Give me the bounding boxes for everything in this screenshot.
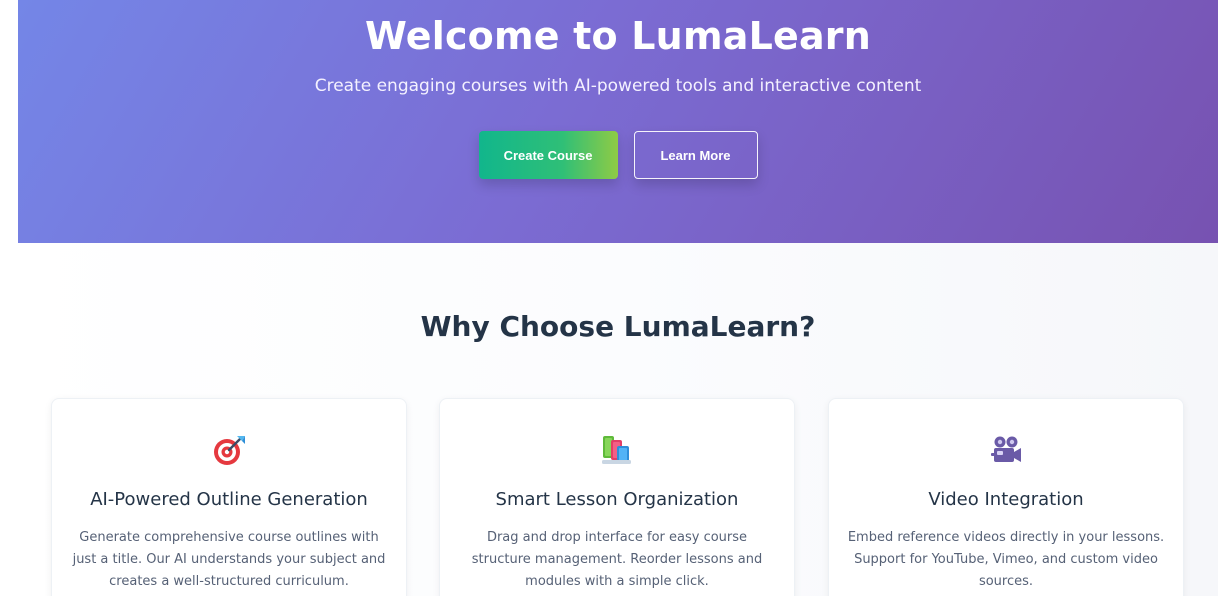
feature-card-lesson-organization: Smart Lesson Organization Drag and drop … [439,398,795,596]
feature-card-description: Drag and drop interface for easy course … [471,530,763,589]
features-section: Why Choose LumaLearn? AI-Powered Outline… [18,243,1218,596]
features-title: Why Choose LumaLearn? [420,310,816,343]
feature-card-title: Video Integration [928,489,1084,510]
video-camera-icon [829,432,1183,468]
feature-card-video-integration: Video Integration Embed reference videos… [828,398,1184,596]
hero-subtitle: Create engaging courses with AI-powered … [314,76,922,96]
hero-banner: Welcome to LumaLearn Create engaging cou… [18,0,1218,243]
target-icon [52,432,406,468]
hero-actions: Create Course Learn More [18,131,1218,179]
landing-page: Welcome to LumaLearn Create engaging cou… [0,0,1227,596]
hero-title: Welcome to LumaLearn [364,14,871,58]
feature-card-title: AI-Powered Outline Generation [90,489,368,510]
feature-card-description: Generate comprehensive course outlines w… [72,530,386,589]
feature-card-description: Embed reference videos directly in your … [847,530,1165,589]
books-icon [440,432,794,468]
learn-more-button[interactable]: Learn More [633,131,758,179]
feature-card-title: Smart Lesson Organization [495,489,739,510]
feature-card-ai-outline: AI-Powered Outline Generation Generate c… [51,398,407,596]
create-course-button[interactable]: Create Course [478,131,618,179]
